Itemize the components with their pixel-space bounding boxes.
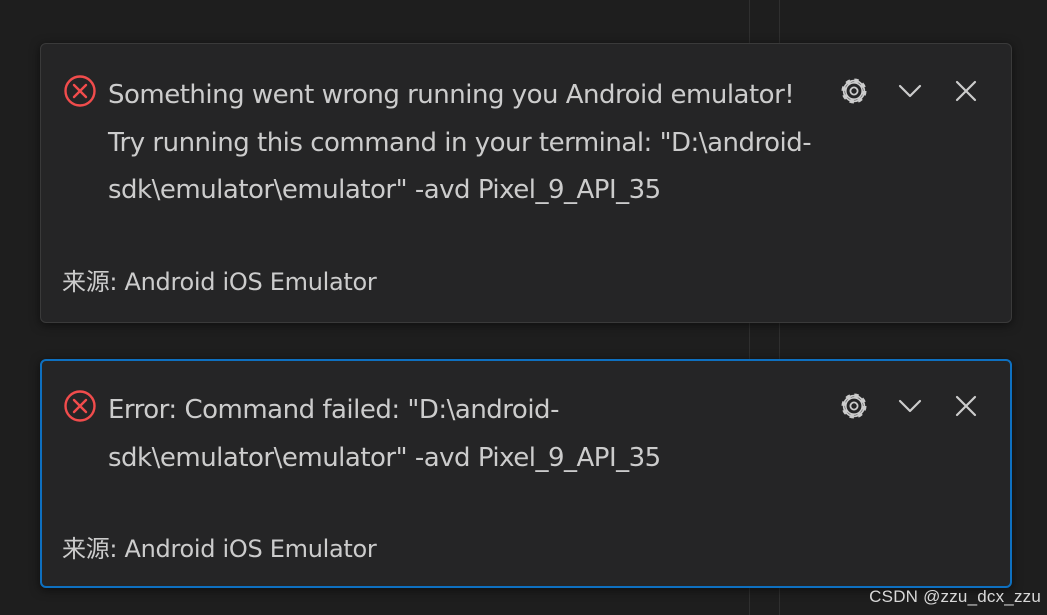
gear-icon [841,393,867,419]
chevron-down-icon [898,399,922,413]
gear-icon [841,78,867,104]
close-notification-button[interactable] [947,72,985,110]
message-line: Something went wrong running you Android… [108,80,795,110]
notification-message: Something went wrong running you Android… [108,72,828,215]
notification-toast[interactable]: Error: Command failed: "D:\android- sdk\… [40,359,1012,588]
close-icon [955,395,977,417]
chevron-down-icon [898,84,922,98]
configure-notification-button[interactable] [835,387,873,425]
collapse-notification-button[interactable] [891,387,929,425]
notification-source: 来源: Android iOS Emulator [62,268,377,296]
close-notification-button[interactable] [947,387,985,425]
collapse-notification-button[interactable] [891,72,929,110]
close-icon [955,80,977,102]
notification-toolbar [835,72,985,110]
watermark: CSDN @zzu_dcx_zzu [869,587,1041,606]
message-line: sdk\emulator\emulator" -avd Pixel_9_API_… [108,442,661,473]
notification-source: 来源: Android iOS Emulator [62,535,377,563]
message-line: Try running this command in your termina… [108,127,812,158]
message-line: sdk\emulator\emulator" -avd Pixel_9_API_… [108,175,661,205]
error-icon [64,390,96,422]
notification-message: Error: Command failed: "D:\android- sdk\… [108,387,828,482]
error-icon [64,75,96,107]
message-line: Error: Command failed: "D:\android- [108,395,559,425]
notification-toolbar [835,387,985,425]
notification-toast[interactable]: Something went wrong running you Android… [40,43,1012,323]
configure-notification-button[interactable] [835,72,873,110]
